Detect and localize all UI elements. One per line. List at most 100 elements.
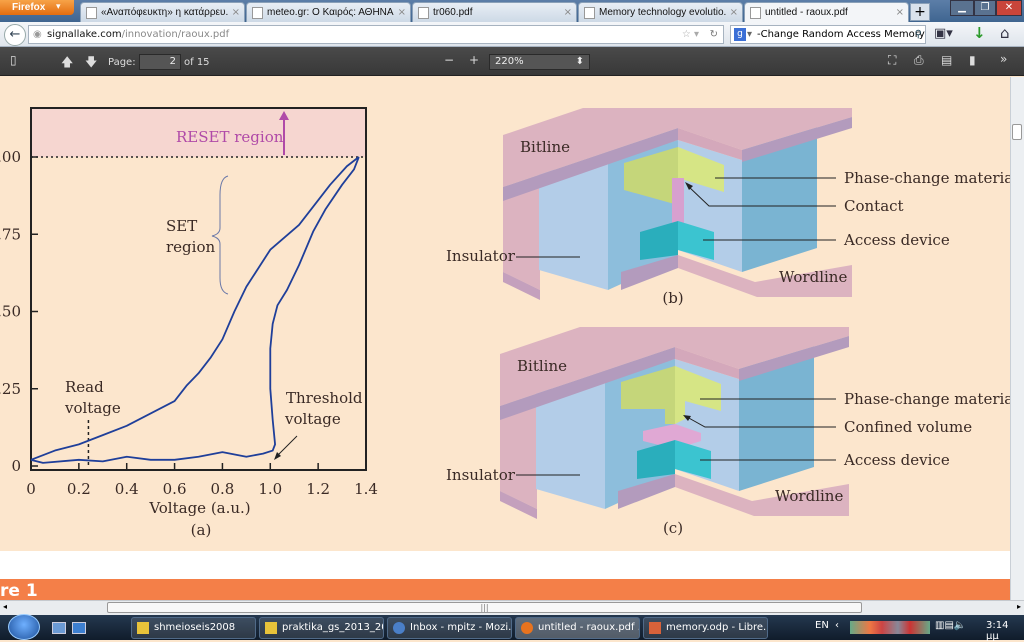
close-tab-icon[interactable]: × (564, 3, 572, 22)
taskbar-item-1[interactable]: praktika_gs_2013_20... (259, 617, 384, 639)
search-icon[interactable]: ⚲ (915, 26, 922, 43)
threshold-voltage-label: Threshold (286, 389, 363, 407)
tray-icons[interactable] (850, 621, 930, 634)
bookmark-icon[interactable]: ▮ (969, 53, 976, 67)
taskbar-item-2[interactable]: Inbox - mpitz - Mozi... (387, 617, 512, 639)
horizontal-scrollbar-thumb[interactable]: ||| (107, 602, 862, 613)
language-indicator[interactable]: EN (815, 620, 829, 631)
x-tick-label: 0.4 (115, 480, 139, 498)
network-volume-icons[interactable]: ▥▤🔈 (935, 620, 966, 631)
y-tick-label: .75 (0, 225, 21, 243)
download-pdf-icon[interactable]: ▤ (941, 53, 952, 67)
contact-label: Contact (844, 197, 904, 215)
search-input[interactable]: g ▾ -Change Random Access Memory: ⚲ (730, 25, 926, 44)
page-gap (0, 551, 1010, 579)
tab-0[interactable]: «Αναπόφευκτη» η κατάρρευ... × (80, 2, 245, 22)
vertical-scrollbar-thumb[interactable] (1012, 124, 1022, 140)
insulator-label-c: Insulator (446, 466, 516, 484)
favicon-icon (418, 7, 429, 19)
folder-icon (137, 622, 149, 634)
switch-windows-icon[interactable] (72, 622, 86, 634)
clock[interactable]: 3:14 μμ (986, 620, 1024, 642)
page-label: Page: (108, 57, 136, 68)
taskbar-label: Inbox - mpitz - Mozi... (410, 622, 512, 633)
threshold-voltage-label-2: voltage (284, 410, 341, 428)
x-tick-label: 1.0 (258, 480, 282, 498)
favicon-icon (86, 7, 97, 19)
bookmarks-menu-icon[interactable]: ▣▾ (934, 26, 953, 41)
close-tab-icon[interactable]: × (896, 3, 904, 22)
show-desktop-icon[interactable] (52, 622, 66, 634)
tab-4-active[interactable]: untitled - raoux.pdf × (744, 2, 909, 22)
tab-label: Memory technology evolutio... (599, 7, 726, 18)
reload-icon[interactable]: ↻ (710, 26, 718, 43)
diagram-b-caption: (b) (662, 289, 683, 307)
maximize-button[interactable]: ❐ (974, 0, 996, 16)
confined-volume-label: Confined volume (844, 418, 972, 436)
set-region-brace (211, 175, 229, 295)
back-button[interactable]: ← (4, 24, 26, 46)
tab-label: «Αναπόφευκτη» η κατάρρευ... (101, 7, 228, 18)
chevron-down-icon: ▾ (56, 2, 61, 12)
engine-dropdown-icon[interactable]: ▾ (747, 26, 752, 43)
tab-label: tr060.pdf (433, 7, 473, 18)
y-axis: 0 .25 .50 .75 .00 (0, 148, 38, 475)
bitline-label-c: Bitline (517, 357, 567, 375)
tab-2[interactable]: tr060.pdf × (412, 2, 577, 22)
scroll-right-icon[interactable]: ▸ (1017, 602, 1021, 611)
download-icon[interactable]: ↓ (973, 24, 986, 42)
tools-overflow-icon[interactable]: » (1000, 52, 1007, 66)
home-icon[interactable]: ⌂ (1000, 24, 1010, 42)
read-voltage-label-2: voltage (64, 399, 121, 417)
zoom-in-icon[interactable]: + (469, 53, 479, 67)
tab-3[interactable]: Memory technology evolutio... × (578, 2, 743, 22)
y-tick-label: .25 (0, 380, 21, 398)
threshold-arrow (275, 435, 298, 458)
firefox-menu-button[interactable]: Firefox ▾ (0, 0, 74, 15)
graph-caption: (a) (191, 521, 212, 539)
taskbar-item-0[interactable]: shmeioseis2008 (131, 617, 256, 639)
url-host: signallake.com (47, 29, 122, 40)
zoom-select[interactable]: 220% ⬍ (489, 54, 590, 70)
close-window-button[interactable]: ✕ (996, 0, 1022, 16)
x-axis-label: Voltage (a.u.) (148, 499, 250, 517)
url-bar[interactable]: ◉ signallake.com/innovation/raoux.pdf ☆ ▾ ↻ (28, 25, 724, 44)
minimize-button[interactable]: ▁ (950, 0, 974, 16)
vertical-scrollbar[interactable] (1010, 77, 1024, 600)
url-path: /innovation/raoux.pdf (121, 29, 230, 40)
tray-expand-icon[interactable]: ‹ (835, 620, 839, 631)
taskbar-label: untitled - raoux.pdf ... (538, 622, 640, 633)
google-icon[interactable]: g (734, 28, 746, 41)
impress-icon (649, 622, 661, 634)
diagram-c-caption: (c) (663, 519, 683, 537)
start-button[interactable] (8, 614, 40, 640)
zoom-out-icon[interactable]: − (444, 53, 454, 67)
scroll-left-icon[interactable]: ◂ (3, 602, 7, 611)
x-tick-label: 1.2 (306, 480, 330, 498)
favicon-icon (750, 7, 761, 19)
bookmark-star-icon[interactable]: ☆ ▾ (682, 26, 699, 43)
previous-page-icon[interactable]: 🡅 (61, 53, 73, 74)
globe-icon: ◉ (33, 29, 42, 40)
taskbar-label: praktika_gs_2013_20... (282, 622, 383, 633)
page-total: of 15 (184, 57, 210, 68)
read-voltage-label: Read (65, 378, 104, 396)
presentation-mode-icon[interactable]: ⛶ (888, 53, 896, 68)
new-tab-button[interactable]: + (910, 3, 930, 21)
sidebar-toggle-icon[interactable]: ▯ (10, 53, 17, 67)
tab-1[interactable]: meteo.gr: Ο Καιρός: ΑΘΗΝΑ ... × (246, 2, 411, 22)
x-tick-label: 0.2 (67, 480, 91, 498)
next-page-icon[interactable]: 🡇 (85, 53, 97, 74)
bitline-label: Bitline (520, 138, 570, 156)
page-number-input[interactable]: 2 (139, 54, 181, 70)
close-tab-icon[interactable]: × (398, 3, 406, 22)
x-axis: 0 0.2 0.4 0.6 0.8 1.0 1.2 1.4 (26, 463, 378, 498)
close-tab-icon[interactable]: × (730, 3, 738, 22)
x-tick-label: 0 (26, 480, 36, 498)
pdf-page: 0 .25 .50 .75 .00 0 0.2 0.4 0.6 0.8 1.0 1.2 1.4 RES… (0, 77, 1010, 600)
taskbar-item-3[interactable]: untitled - raoux.pdf ... (515, 617, 640, 639)
x-tick-label: 1.4 (354, 480, 378, 498)
print-icon[interactable]: ⎙ (914, 53, 924, 68)
taskbar-item-4[interactable]: memory.odp - Libre... (643, 617, 768, 639)
close-tab-icon[interactable]: × (232, 3, 240, 22)
